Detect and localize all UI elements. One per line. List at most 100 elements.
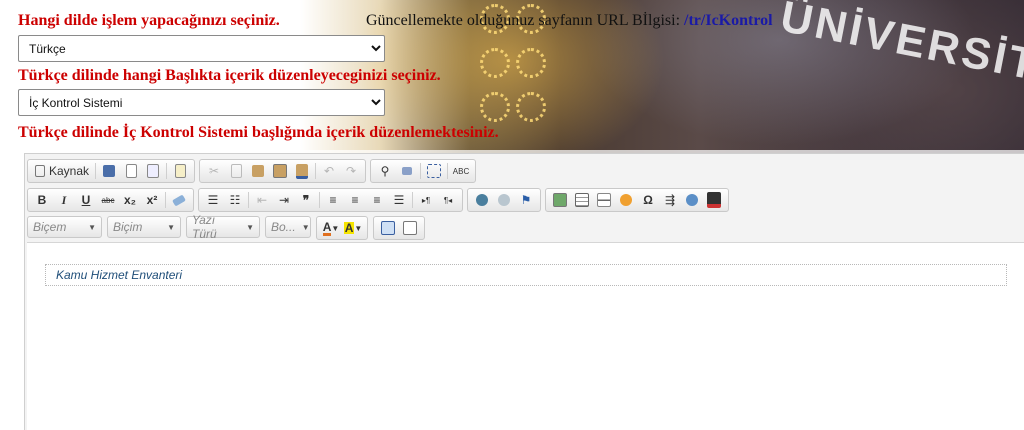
youtube-button[interactable] [703, 190, 725, 210]
numbered-list-button[interactable]: ☰ [202, 190, 224, 210]
superscript-button[interactable]: x² [141, 190, 163, 210]
anchor-button[interactable]: ⚑ [515, 190, 537, 210]
editing-status-label: Türkçe dilinde İç Kontrol Sistemi başlığ… [18, 124, 499, 141]
language-select[interactable]: Türkçe [18, 35, 385, 62]
separator [412, 192, 413, 208]
new-page-button[interactable] [120, 161, 142, 181]
size-combo-label: Bo... [271, 220, 296, 234]
paste-text-button[interactable] [269, 161, 291, 181]
underline-button[interactable]: U [75, 190, 97, 210]
chevron-down-icon: ▼ [88, 222, 96, 232]
preview-button[interactable] [142, 161, 164, 181]
unlink-icon [498, 194, 510, 206]
paste-word-icon [296, 163, 309, 179]
toolbar-row-3: Biçem ▼ Biçim ▼ Yazı Türü ▼ Bo... ▼ A ▼ A ▼ [27, 213, 425, 241]
heading-select[interactable]: İç Kontrol Sistemi [18, 89, 385, 116]
editor-content-block[interactable]: Kamu Hizmet Envanteri [45, 264, 1007, 286]
editor-content-area[interactable]: Kamu Hizmet Envanteri [27, 242, 1024, 430]
justify-icon: ☰ [393, 193, 405, 207]
ltr-icon: ▸¶ [421, 195, 431, 205]
outdent-icon: ⇤ [256, 193, 268, 207]
language-prompt-label: Hangi dilde işlem yapacağınızı seçiniz. [18, 12, 280, 29]
heading-prompt-label: Türkçe dilinde hangi Başlıkta içerik düz… [18, 67, 441, 84]
save-button[interactable] [98, 161, 120, 181]
link-button[interactable] [471, 190, 493, 210]
horizontal-rule-button[interactable] [593, 190, 615, 210]
align-left-button[interactable]: ≡ [322, 190, 344, 210]
iframe-button[interactable] [681, 190, 703, 210]
separator [248, 192, 249, 208]
size-combo[interactable]: Bo... ▼ [265, 216, 311, 238]
format-combo[interactable]: Biçim ▼ [107, 216, 181, 238]
rtl-icon: ¶◂ [443, 195, 453, 205]
strikethrough-label: abc [101, 195, 115, 205]
chevron-down-icon: ▼ [301, 222, 310, 232]
style-combo-label: Biçem [33, 220, 67, 234]
save-icon [103, 165, 116, 177]
image-icon [553, 193, 567, 207]
separator [319, 192, 320, 208]
bg-color-button[interactable]: A ▼ [342, 218, 364, 238]
separator [447, 163, 449, 179]
unlink-button[interactable] [493, 190, 515, 210]
outdent-button[interactable]: ⇤ [251, 190, 273, 210]
select-all-button[interactable] [423, 161, 445, 181]
paste-button[interactable] [247, 161, 269, 181]
bold-button[interactable]: B [31, 190, 53, 210]
text-color-button[interactable]: A ▼ [320, 218, 342, 238]
new-page-icon [125, 164, 137, 178]
smiley-button[interactable] [615, 190, 637, 210]
find-button[interactable]: ⚲ [374, 161, 396, 181]
paste-icon [252, 165, 265, 177]
globe-icon [686, 194, 698, 206]
special-char-button[interactable]: Ω [637, 190, 659, 210]
align-center-button[interactable]: ≡ [344, 190, 366, 210]
page-break-icon: ⇶ [664, 193, 676, 207]
bulleted-list-button[interactable]: ☷ [224, 190, 246, 210]
font-combo[interactable]: Yazı Türü ▼ [186, 213, 260, 241]
flag-icon: ⚑ [520, 193, 532, 207]
separator [315, 163, 317, 179]
maximize-button[interactable] [377, 218, 399, 238]
image-button[interactable] [549, 190, 571, 210]
youtube-icon [707, 192, 721, 208]
blockquote-button[interactable]: ❞ [295, 190, 317, 210]
rich-text-editor: Kaynak ✂ ↶ ↷ ⚲ ABC B I U abc x₂ x² ☰ ☷ ⇤… [24, 153, 1024, 430]
select-all-icon [427, 164, 442, 178]
replace-button[interactable] [396, 161, 418, 181]
url-info: Güncellemekte olduğunuz sayfanın URL Bİl… [366, 12, 773, 30]
justify-button[interactable]: ☰ [388, 190, 410, 210]
ltr-button[interactable]: ▸¶ [415, 190, 437, 210]
undo-button[interactable]: ↶ [318, 161, 340, 181]
copy-button[interactable] [225, 161, 247, 181]
cut-button[interactable]: ✂ [203, 161, 225, 181]
format-combo-label: Biçim [113, 220, 143, 234]
toolbar-group-paragraph: ☰ ☷ ⇤ ⇥ ❞ ≡ ≡ ≡ ☰ ▸¶ ¶◂ [198, 188, 463, 212]
style-combo[interactable]: Biçem ▼ [27, 216, 102, 238]
indent-icon: ⇥ [278, 193, 290, 207]
source-button[interactable]: Kaynak [31, 161, 93, 181]
replace-icon [402, 167, 413, 175]
subscript-button[interactable]: x₂ [119, 190, 141, 210]
spellcheck-button[interactable]: ABC [450, 161, 472, 181]
rtl-button[interactable]: ¶◂ [437, 190, 459, 210]
italic-button[interactable]: I [53, 190, 75, 210]
table-button[interactable] [571, 190, 593, 210]
chevron-down-icon: ▼ [167, 222, 175, 232]
paste-word-button[interactable] [291, 161, 313, 181]
align-right-button[interactable]: ≡ [366, 190, 388, 210]
show-blocks-button[interactable] [399, 218, 421, 238]
numbered-list-icon: ☰ [207, 193, 219, 207]
chevron-down-icon: ▼ [246, 222, 254, 232]
templates-button[interactable] [169, 161, 191, 181]
smiley-icon [620, 194, 632, 206]
redo-button[interactable]: ↷ [340, 161, 362, 181]
remove-format-button[interactable] [168, 190, 190, 210]
page-break-button[interactable]: ⇶ [659, 190, 681, 210]
toolbar-group-colors: A ▼ A ▼ [316, 216, 368, 240]
strikethrough-button[interactable]: abc [97, 190, 119, 210]
align-right-icon: ≡ [373, 193, 381, 207]
indent-button[interactable]: ⇥ [273, 190, 295, 210]
source-label: Kaynak [49, 164, 90, 178]
toolbar-group-basic-styles: B I U abc x₂ x² [27, 188, 194, 212]
